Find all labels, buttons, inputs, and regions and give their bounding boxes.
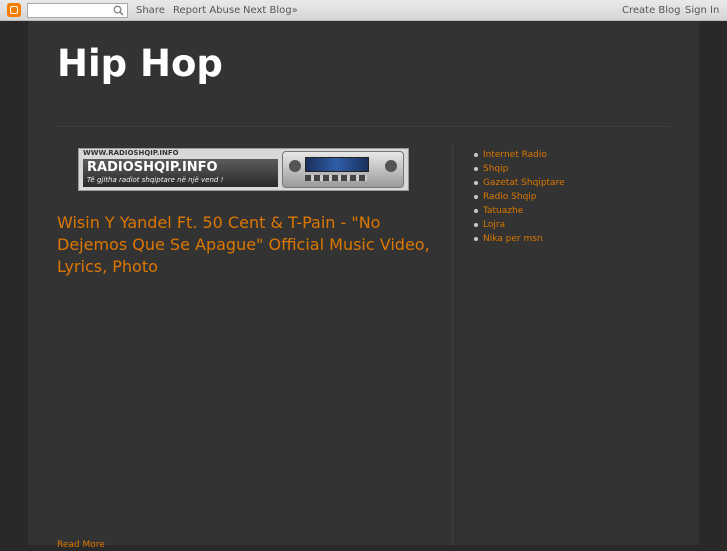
search-input[interactable]	[28, 4, 112, 17]
car-radio-image	[282, 151, 404, 188]
sidebar-item-label[interactable]: Lojra	[483, 220, 505, 230]
banner-name: RADIOSHQIP.INFO	[87, 160, 218, 175]
bullet-icon	[474, 167, 478, 171]
bullet-icon	[474, 209, 478, 213]
share-link[interactable]: Share	[136, 5, 165, 17]
bullet-icon	[474, 181, 478, 185]
blogger-logo-icon[interactable]	[7, 3, 21, 17]
post-title-link[interactable]: Wisin Y Yandel Ft. 50 Cent & T-Pain - "N…	[57, 212, 437, 278]
sidebar-item-tatuazhe[interactable]: Tatuazhe	[474, 204, 565, 218]
sidebar-item-internet-radio[interactable]: Internet Radio	[474, 148, 565, 162]
sidebar-item-label[interactable]: Internet Radio	[483, 150, 547, 160]
sidebar-item-label[interactable]: Shqip	[483, 164, 508, 174]
bullet-icon	[474, 237, 478, 241]
sidebar-item-shqip[interactable]: Shqip	[474, 162, 565, 176]
radioshqip-banner[interactable]: WWW.RADIOSHQIP.INFO RADIOSHQIP.INFO Të g…	[78, 148, 409, 191]
header-divider	[57, 126, 670, 127]
sidebar-item-lojra[interactable]: Lojra	[474, 218, 565, 232]
bullet-icon	[474, 223, 478, 227]
radio-knob-right	[385, 160, 397, 172]
report-abuse-link[interactable]: Report Abuse	[173, 5, 240, 17]
search-box	[27, 3, 128, 18]
bullet-icon	[474, 153, 478, 157]
sidebar-item-radio-shqip[interactable]: Radio Shqip	[474, 190, 565, 204]
sidebar-item-label[interactable]: Radio Shqip	[483, 192, 537, 202]
create-blog-link[interactable]: Create Blog	[622, 5, 681, 17]
radio-display	[305, 157, 369, 172]
sidebar-item-gazetat-shqiptare[interactable]: Gazetat Shqiptare	[474, 176, 565, 190]
banner-name-box: RADIOSHQIP.INFO Të gjitha radiot shqipta…	[83, 159, 278, 187]
sidebar-item-label[interactable]: Tatuazhe	[483, 206, 523, 216]
banner-url-text: WWW.RADIOSHQIP.INFO	[83, 149, 179, 157]
bullet-icon	[474, 195, 478, 199]
sign-in-link[interactable]: Sign In	[685, 5, 719, 17]
content-outer	[28, 21, 699, 545]
radio-knob-left	[289, 160, 301, 172]
radio-buttons	[305, 175, 367, 181]
next-blog-link[interactable]: Next Blog»	[243, 5, 298, 17]
blog-title[interactable]: Hip Hop	[57, 42, 223, 86]
sidebar-link-list: Internet Radio Shqip Gazetat Shqiptare R…	[474, 148, 565, 246]
search-icon[interactable]	[113, 5, 124, 16]
column-divider	[452, 144, 453, 545]
read-more-link[interactable]: Read More	[57, 539, 105, 551]
sidebar-item-label[interactable]: Gazetat Shqiptare	[483, 178, 565, 188]
sidebar-item-nika-per-msn[interactable]: Nika per msn	[474, 232, 565, 246]
banner-tagline: Të gjitha radiot shqiptare në një vend !	[87, 176, 224, 184]
sidebar-item-label[interactable]: Nika per msn	[483, 234, 543, 244]
blogger-navbar: Share Report Abuse Next Blog» Create Blo…	[0, 0, 727, 21]
